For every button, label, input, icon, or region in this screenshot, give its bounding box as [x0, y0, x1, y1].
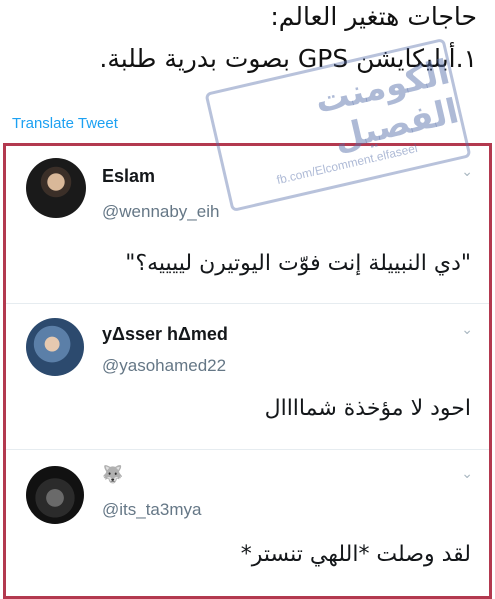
avatar[interactable]	[26, 318, 84, 376]
chevron-down-icon[interactable]: ⌄	[461, 164, 473, 180]
reply-tweet[interactable]: 🐺 @its_ta3mya ⌄ لقد وصلت *اللهي تنستر*	[6, 449, 489, 597]
reply-tweet[interactable]: yΔsser hΔmed @yasohamed22 ⌄ احود لا مؤخذ…	[6, 303, 489, 450]
reply-text: لقد وصلت *اللهي تنستر*	[240, 542, 471, 567]
reply-text: احود لا مؤخذة شماااال	[264, 396, 471, 421]
chevron-down-icon[interactable]: ⌄	[461, 322, 473, 338]
user-handle[interactable]: @yasohamed22	[102, 356, 226, 376]
display-name[interactable]: Eslam	[102, 166, 155, 187]
translate-tweet-link[interactable]: Translate Tweet	[12, 115, 118, 132]
avatar[interactable]	[26, 158, 86, 218]
reply-text: "دي النبييلة إنت فوّت اليوتيرن لييييه؟"	[125, 251, 471, 276]
chevron-down-icon[interactable]: ⌄	[461, 466, 473, 482]
replies-frame: Eslam @wennaby_eih ⌄ "دي النبييلة إنت فو…	[3, 143, 492, 599]
display-name[interactable]: yΔsser hΔmed	[102, 324, 228, 345]
user-handle[interactable]: @its_ta3mya	[102, 500, 201, 520]
user-handle[interactable]: @wennaby_eih	[102, 202, 219, 222]
avatar[interactable]	[26, 466, 84, 524]
original-tweet: حاجات هتغير العالم: ١.أبليكايشن GPS بصوت…	[0, 0, 495, 140]
tweet-text-line-2: ١.أبليكايشن GPS بصوت بدرية طلبة.	[99, 44, 477, 73]
display-name[interactable]: 🐺	[102, 465, 123, 485]
tweet-text-line-1: حاجات هتغير العالم:	[270, 2, 477, 31]
reply-tweet[interactable]: Eslam @wennaby_eih ⌄ "دي النبييلة إنت فو…	[6, 146, 489, 303]
